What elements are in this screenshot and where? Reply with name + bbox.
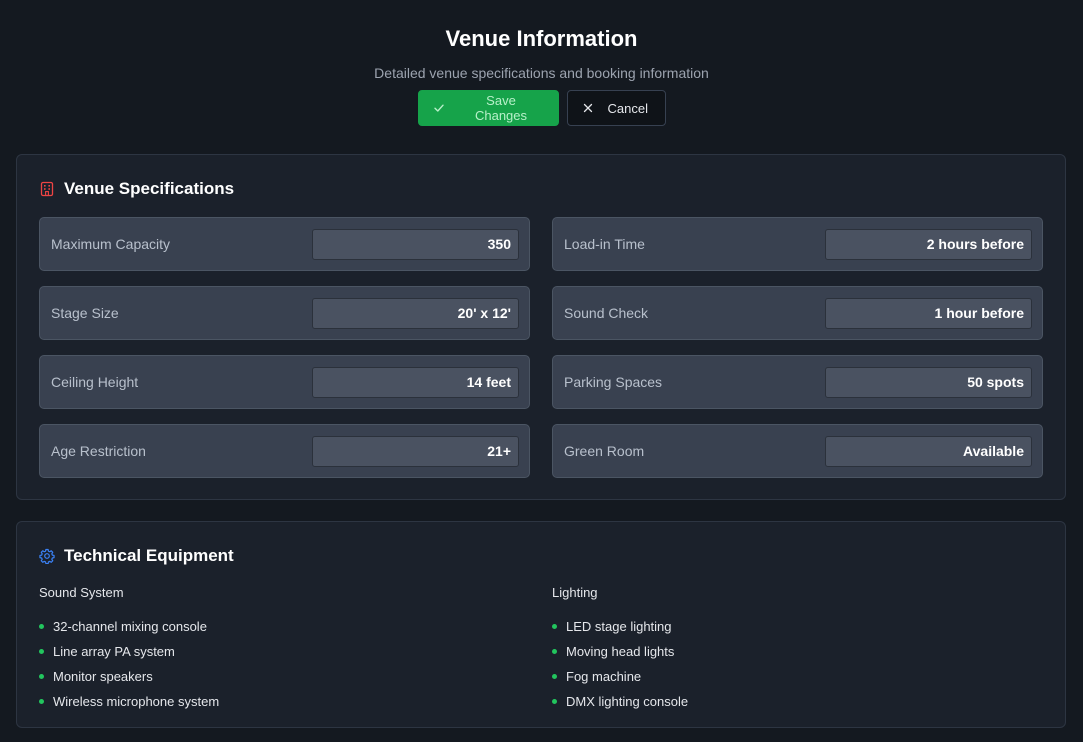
- list-item: DMX lighting console: [552, 689, 1065, 714]
- spec-label: Parking Spaces: [564, 374, 663, 390]
- bullet-dot-icon: [39, 649, 44, 654]
- bullet-dot-icon: [552, 649, 557, 654]
- spec-row-parking-spaces: Parking Spaces: [552, 355, 1043, 409]
- venue-specifications-title: Venue Specifications: [64, 179, 235, 198]
- list-item-label: Moving head lights: [566, 644, 675, 659]
- page-title: Venue Information: [445, 26, 638, 51]
- spec-label: Stage Size: [51, 305, 119, 321]
- list-item: 32-channel mixing console: [39, 614, 552, 639]
- parking-spaces-input[interactable]: [825, 366, 1032, 398]
- spec-label: Load-in Time: [564, 236, 645, 252]
- spec-label: Ceiling Height: [51, 374, 139, 390]
- list-item: LED stage lighting: [552, 614, 1065, 639]
- stage-size-input[interactable]: [312, 297, 519, 329]
- bullet-dot-icon: [552, 624, 557, 629]
- spec-label: Green Room: [564, 443, 645, 459]
- list-item-label: DMX lighting console: [566, 694, 689, 709]
- page-header: Venue Information Detailed venue specifi…: [0, 0, 1083, 126]
- bullet-dot-icon: [552, 674, 557, 679]
- sound-system-list: 32-channel mixing console Line array PA …: [39, 614, 552, 714]
- spec-label: Maximum Capacity: [51, 236, 171, 252]
- lighting-list: LED stage lighting Moving head lights Fo…: [552, 614, 1065, 714]
- save-button[interactable]: Save Changes: [417, 90, 559, 126]
- list-item: Fog machine: [552, 664, 1065, 689]
- list-item-label: Wireless microphone system: [53, 694, 220, 709]
- spec-row-load-in-time: Load-in Time: [552, 217, 1043, 271]
- list-item-label: Monitor speakers: [53, 669, 153, 684]
- spec-label: Sound Check: [564, 305, 649, 321]
- lighting-column: Lighting LED stage lighting Moving head …: [552, 585, 1065, 714]
- sound-system-heading: Sound System: [39, 585, 124, 600]
- list-item-label: Line array PA system: [53, 644, 175, 659]
- close-icon: [583, 103, 592, 113]
- sound-system-column: Sound System 32-channel mixing console L…: [39, 585, 552, 714]
- cancel-button-label: Cancel: [607, 100, 648, 116]
- sound-check-input[interactable]: [825, 297, 1032, 329]
- page-subtitle: Detailed venue specifications and bookin…: [374, 65, 709, 81]
- bullet-dot-icon: [552, 699, 557, 704]
- ceiling-height-input[interactable]: [312, 366, 519, 398]
- spec-row-ceiling-height: Ceiling Height: [39, 355, 530, 409]
- load-in-time-input[interactable]: [825, 228, 1032, 260]
- list-item: Monitor speakers: [39, 664, 552, 689]
- spec-grid: Maximum Capacity Load-in Time Stage Size…: [39, 217, 1043, 478]
- list-item-label: Fog machine: [566, 669, 642, 684]
- cancel-button[interactable]: Cancel: [566, 90, 666, 126]
- list-item: Moving head lights: [552, 639, 1065, 664]
- maximum-capacity-input[interactable]: [312, 228, 519, 260]
- spec-row-stage-size: Stage Size: [39, 286, 530, 340]
- list-item-label: LED stage lighting: [566, 619, 672, 634]
- spec-row-sound-check: Sound Check: [552, 286, 1043, 340]
- technical-equipment-card: Technical Equipment Sound System 32-chan…: [16, 521, 1066, 728]
- lighting-heading: Lighting: [552, 585, 598, 600]
- venue-specifications-header: Venue Specifications: [39, 179, 234, 199]
- building-icon: [40, 181, 54, 197]
- action-bar: Save Changes Cancel: [0, 90, 1083, 126]
- spec-row-age-restriction: Age Restriction: [39, 424, 530, 478]
- spec-row-maximum-capacity: Maximum Capacity: [39, 217, 530, 271]
- gear-icon: [39, 548, 55, 564]
- spec-row-green-room: Green Room: [552, 424, 1043, 478]
- equipment-columns: Sound System 32-channel mixing console L…: [39, 585, 1065, 714]
- bullet-dot-icon: [39, 624, 44, 629]
- list-item: Wireless microphone system: [39, 689, 552, 714]
- check-icon: [433, 104, 444, 112]
- technical-equipment-header: Technical Equipment: [39, 546, 234, 566]
- list-item-label: 32-channel mixing console: [53, 619, 207, 634]
- bullet-dot-icon: [39, 699, 44, 704]
- spec-label: Age Restriction: [51, 443, 146, 459]
- venue-specifications-card: Venue Specifications Maximum Capacity Lo…: [16, 154, 1066, 500]
- technical-equipment-title: Technical Equipment: [64, 546, 234, 565]
- save-button-label: Save Changes: [474, 93, 528, 123]
- age-restriction-input[interactable]: [312, 435, 519, 467]
- bullet-dot-icon: [39, 674, 44, 679]
- green-room-input[interactable]: [825, 435, 1032, 467]
- list-item: Line array PA system: [39, 639, 552, 664]
